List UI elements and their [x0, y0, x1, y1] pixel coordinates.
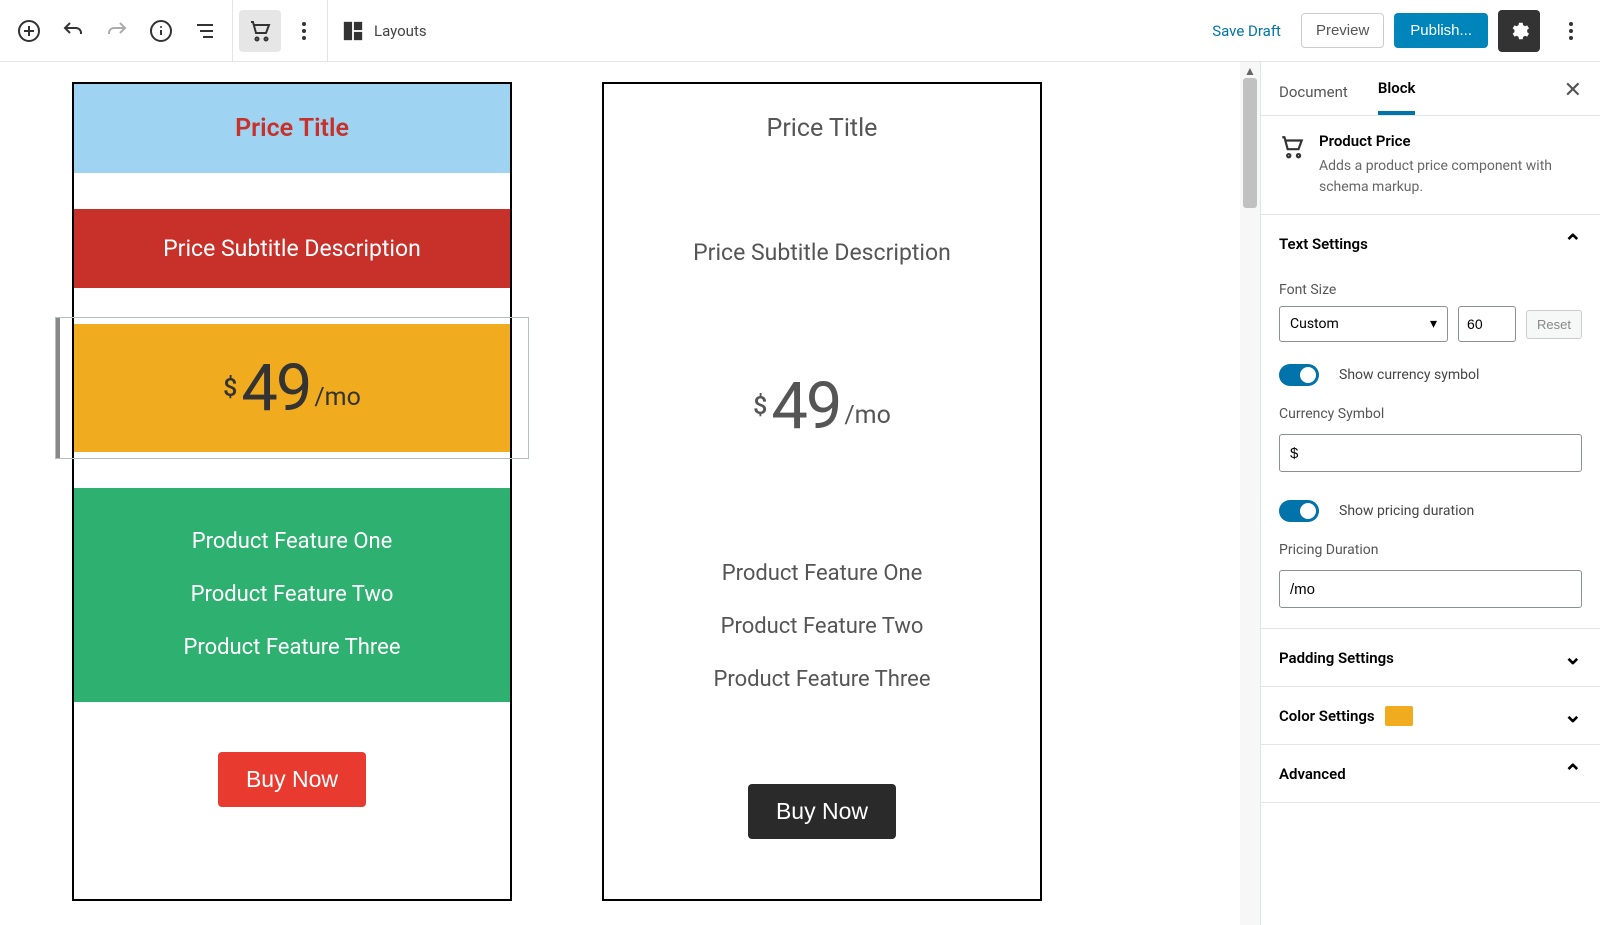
- close-sidebar-button[interactable]: ✕: [1564, 78, 1582, 115]
- price-currency: $: [753, 392, 767, 421]
- info-button[interactable]: [140, 10, 182, 52]
- cart-icon: [248, 19, 272, 43]
- price-duration: /mo: [844, 401, 891, 430]
- chevron-up-icon: ⌃: [1564, 761, 1582, 786]
- price-block-selected[interactable]: $ 49 /mo: [56, 318, 528, 458]
- font-size-input[interactable]: [1458, 306, 1516, 342]
- layouts-label: Layouts: [374, 22, 427, 40]
- kebab-icon: [1559, 19, 1583, 43]
- cart-icon: [1279, 134, 1305, 160]
- reset-button[interactable]: Reset: [1526, 310, 1582, 339]
- outline-button[interactable]: [184, 10, 226, 52]
- price-block[interactable]: $ 49 /mo: [604, 342, 1040, 470]
- pricing-cards: Price Title Price Subtitle Description $…: [0, 62, 1240, 921]
- price-value: 49: [771, 368, 840, 444]
- card-subtitle[interactable]: Price Subtitle Description: [74, 209, 510, 288]
- feature-item: Product Feature Three: [74, 622, 510, 675]
- settings-button[interactable]: [1498, 10, 1540, 52]
- toggle-label: Show currency symbol: [1339, 367, 1479, 383]
- panel-padding-settings: Padding Settings ⌄: [1261, 629, 1600, 687]
- list-icon: [193, 19, 217, 43]
- top-toolbar: Layouts Save Draft Preview Publish...: [0, 0, 1600, 62]
- main-area: Price Title Price Subtitle Description $…: [0, 62, 1600, 925]
- redo-icon: [105, 19, 129, 43]
- vertical-scrollbar[interactable]: ▲: [1240, 62, 1260, 925]
- panel-header-advanced[interactable]: Advanced ⌃: [1261, 745, 1600, 802]
- add-block-button[interactable]: [8, 10, 50, 52]
- panel-advanced: Advanced ⌃: [1261, 745, 1600, 803]
- chevron-down-icon: ⌄: [1564, 703, 1582, 728]
- price-currency: $: [223, 374, 237, 403]
- pricing-duration-input[interactable]: [1279, 570, 1582, 608]
- currency-symbol-label: Currency Symbol: [1279, 406, 1582, 422]
- toggle-label: Show pricing duration: [1339, 503, 1474, 519]
- info-icon: [149, 19, 173, 43]
- panel-color-settings: Color Settings ⌄: [1261, 687, 1600, 745]
- toolbar-right: Save Draft Preview Publish...: [1202, 10, 1592, 52]
- editor-canvas[interactable]: Price Title Price Subtitle Description $…: [0, 62, 1240, 925]
- block-description: Product Price Adds a product price compo…: [1261, 116, 1600, 215]
- redo-button[interactable]: [96, 10, 138, 52]
- chevron-down-icon: ▾: [1430, 316, 1437, 332]
- font-size-select[interactable]: Custom ▾: [1279, 306, 1448, 342]
- panel-text-settings: Text Settings ⌃ Font Size Custom ▾ Reset…: [1261, 215, 1600, 629]
- panel-body: Font Size Custom ▾ Reset Show currency s…: [1261, 282, 1600, 628]
- save-draft-link[interactable]: Save Draft: [1202, 16, 1291, 46]
- chevron-down-icon: ⌄: [1564, 645, 1582, 670]
- panel-header-color[interactable]: Color Settings ⌄: [1261, 687, 1600, 744]
- pricing-card[interactable]: Price Title Price Subtitle Description $…: [602, 82, 1042, 901]
- undo-button[interactable]: [52, 10, 94, 52]
- feature-item: Product Feature Three: [604, 654, 1040, 707]
- layouts-icon: [342, 20, 364, 42]
- feature-item: Product Feature Two: [74, 569, 510, 622]
- panel-title: Text Settings: [1279, 235, 1368, 253]
- divider: [232, 0, 233, 62]
- publish-button[interactable]: Publish...: [1394, 13, 1488, 48]
- price-block[interactable]: $ 49 /mo: [74, 324, 510, 452]
- panel-header-text-settings[interactable]: Text Settings ⌃: [1261, 215, 1600, 272]
- gear-icon: [1508, 20, 1530, 42]
- features-list[interactable]: Product Feature One Product Feature Two …: [604, 520, 1040, 734]
- buy-button[interactable]: Buy Now: [218, 752, 366, 807]
- layouts-button[interactable]: Layouts: [327, 0, 441, 62]
- preview-button[interactable]: Preview: [1301, 13, 1384, 48]
- block-desc-text: Adds a product price component with sche…: [1319, 156, 1582, 198]
- card-title[interactable]: Price Title: [604, 84, 1040, 173]
- panel-header-padding[interactable]: Padding Settings ⌄: [1261, 629, 1600, 686]
- settings-sidebar: Document Block ✕ Product Price Adds a pr…: [1260, 62, 1600, 925]
- card-title[interactable]: Price Title: [74, 84, 510, 173]
- kebab-icon: [292, 19, 316, 43]
- toolbar-left: Layouts: [8, 0, 441, 62]
- color-swatch: [1385, 706, 1413, 726]
- undo-icon: [61, 19, 85, 43]
- card-subtitle[interactable]: Price Subtitle Description: [604, 213, 1040, 292]
- cart-block-button[interactable]: [239, 10, 281, 52]
- features-list[interactable]: Product Feature One Product Feature Two …: [74, 488, 510, 702]
- feature-item: Product Feature One: [74, 516, 510, 569]
- more-menu-button[interactable]: [1550, 10, 1592, 52]
- toggle-show-duration[interactable]: [1279, 500, 1319, 522]
- currency-symbol-input[interactable]: [1279, 434, 1582, 472]
- scrollbar-thumb[interactable]: [1243, 78, 1257, 208]
- buy-button[interactable]: Buy Now: [748, 784, 896, 839]
- tab-document[interactable]: Document: [1279, 69, 1348, 115]
- block-title: Product Price: [1319, 132, 1582, 150]
- panel-title: Color Settings: [1279, 707, 1375, 725]
- panel-title: Padding Settings: [1279, 649, 1394, 667]
- price-duration: /mo: [314, 383, 361, 412]
- more-button[interactable]: [283, 10, 325, 52]
- price-value: 49: [241, 350, 310, 426]
- feature-item: Product Feature One: [604, 548, 1040, 601]
- feature-item: Product Feature Two: [604, 601, 1040, 654]
- sidebar-tabs: Document Block ✕: [1261, 62, 1600, 116]
- font-size-label: Font Size: [1279, 282, 1582, 298]
- plus-circle-icon: [17, 19, 41, 43]
- tab-block[interactable]: Block: [1378, 65, 1416, 115]
- panel-title: Advanced: [1279, 765, 1346, 783]
- pricing-duration-label: Pricing Duration: [1279, 542, 1582, 558]
- select-value: Custom: [1290, 316, 1339, 332]
- chevron-up-icon: ⌃: [1564, 231, 1582, 256]
- toggle-show-currency[interactable]: [1279, 364, 1319, 386]
- pricing-card[interactable]: Price Title Price Subtitle Description $…: [72, 82, 512, 901]
